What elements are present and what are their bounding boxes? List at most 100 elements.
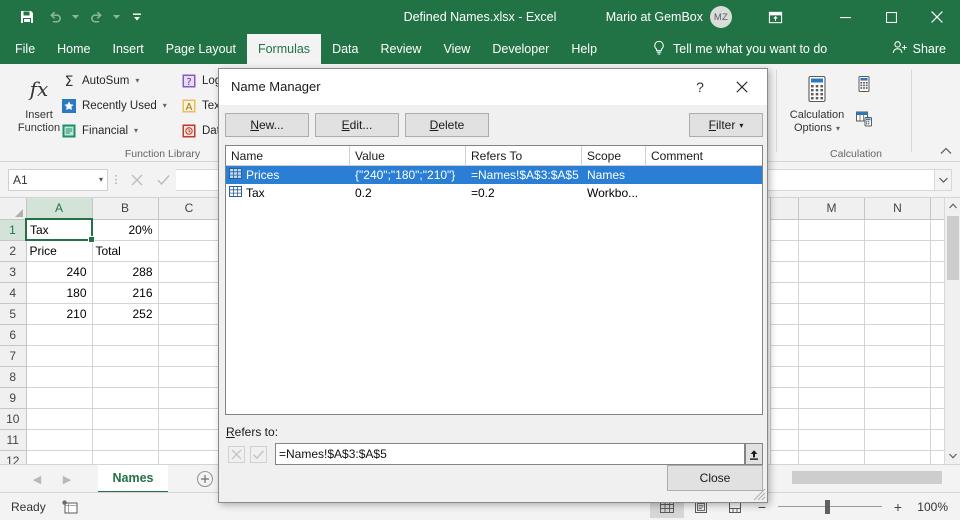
row-header-10[interactable]: 10 — [0, 408, 26, 429]
customize-qat-icon[interactable] — [124, 4, 150, 30]
cell-C12[interactable] — [158, 450, 220, 464]
row-header-9[interactable]: 9 — [0, 387, 26, 408]
chevron-down-icon[interactable]: ▾ — [163, 101, 167, 110]
cell-C3[interactable] — [158, 261, 220, 282]
previous-sheet-icon[interactable]: ◀ — [30, 469, 44, 489]
column-header-name[interactable]: Name — [226, 146, 350, 165]
cell-N3[interactable] — [865, 261, 931, 282]
delete-button[interactable]: Delete — [405, 113, 489, 137]
cell-right[interactable] — [771, 240, 799, 261]
undo-icon[interactable] — [42, 4, 68, 30]
cell-N4[interactable] — [865, 282, 931, 303]
cell-M7[interactable] — [799, 345, 865, 366]
cell-M6[interactable] — [799, 324, 865, 345]
calculation-options-button[interactable]: CalculationOptions ▾ — [786, 70, 848, 135]
tab-data[interactable]: Data — [321, 34, 369, 64]
tab-review[interactable]: Review — [369, 34, 432, 64]
cell-right[interactable] — [771, 450, 799, 464]
cell-A1[interactable]: Tax — [26, 219, 92, 240]
filter-button[interactable]: Filter▾ — [689, 113, 763, 137]
cell-right[interactable] — [931, 261, 945, 282]
cell-M11[interactable] — [799, 429, 865, 450]
edit-button[interactable]: Edit... — [315, 113, 399, 137]
cell-right[interactable] — [771, 261, 799, 282]
redo-icon[interactable] — [83, 4, 109, 30]
column-header-N[interactable]: N — [865, 198, 931, 219]
row-header-4[interactable]: 4 — [0, 282, 26, 303]
column-header-A[interactable]: A — [26, 198, 92, 219]
cell-N5[interactable] — [865, 303, 931, 324]
chevron-down-icon[interactable]: ▾ — [836, 124, 840, 133]
scroll-up-icon[interactable] — [945, 198, 960, 214]
collapse-dialog-icon[interactable] — [745, 443, 763, 465]
cell-right[interactable] — [931, 366, 945, 387]
cell-C9[interactable] — [158, 387, 220, 408]
cell-M9[interactable] — [799, 387, 865, 408]
undo-dropdown-icon[interactable] — [70, 4, 81, 30]
cell-M4[interactable] — [799, 282, 865, 303]
table-row[interactable]: Prices {"240";"180";"210"} =Names!$A$3:$… — [226, 166, 762, 184]
cell-A11[interactable] — [26, 429, 92, 450]
column-header-scope[interactable]: Scope — [582, 146, 646, 165]
add-sheet-icon[interactable] — [196, 470, 214, 488]
column-header-M[interactable]: M — [799, 198, 865, 219]
enter-icon[interactable] — [150, 169, 176, 191]
row-header-3[interactable]: 3 — [0, 261, 26, 282]
cell-N9[interactable] — [865, 387, 931, 408]
collapse-ribbon-icon[interactable] — [938, 143, 954, 159]
cell-A8[interactable] — [26, 366, 92, 387]
row-header-5[interactable]: 5 — [0, 303, 26, 324]
save-icon[interactable] — [14, 4, 40, 30]
cell-C10[interactable] — [158, 408, 220, 429]
next-sheet-icon[interactable]: ▶ — [60, 469, 74, 489]
cell-B9[interactable] — [92, 387, 158, 408]
cell-B6[interactable] — [92, 324, 158, 345]
table-row[interactable]: Tax 0.2 =0.2 Workbo... — [226, 184, 762, 202]
cell-right[interactable] — [771, 345, 799, 366]
cell-B7[interactable] — [92, 345, 158, 366]
ribbon-display-options-icon[interactable] — [762, 5, 788, 29]
cell-M12[interactable] — [799, 450, 865, 464]
cell-right[interactable] — [931, 324, 945, 345]
cell-right[interactable] — [931, 240, 945, 261]
cell-B2[interactable]: Total — [92, 240, 158, 261]
cell-C11[interactable] — [158, 429, 220, 450]
cell-M8[interactable] — [799, 366, 865, 387]
cell-B3[interactable]: 288 — [92, 261, 158, 282]
help-button[interactable]: ? — [685, 75, 715, 99]
autosum-button[interactable]: Σ AutoSum ▾ — [58, 70, 142, 91]
row-header-7[interactable]: 7 — [0, 345, 26, 366]
cell-right[interactable] — [931, 429, 945, 450]
cell-right[interactable] — [771, 219, 799, 240]
tab-page-layout[interactable]: Page Layout — [155, 34, 247, 64]
refers-to-input[interactable]: =Names!$A$3:$A$5 — [275, 443, 745, 465]
column-header-C[interactable]: C — [158, 198, 220, 219]
row-header-8[interactable]: 8 — [0, 366, 26, 387]
row-header-6[interactable]: 6 — [0, 324, 26, 345]
cell-right[interactable] — [771, 387, 799, 408]
zoom-in-button[interactable]: + — [891, 497, 905, 517]
cell-B4[interactable]: 216 — [92, 282, 158, 303]
cell-N12[interactable] — [865, 450, 931, 464]
vertical-scrollbar[interactable] — [944, 198, 960, 464]
cell-C4[interactable] — [158, 282, 220, 303]
tab-file[interactable]: File — [4, 34, 46, 64]
cell-A12[interactable] — [26, 450, 92, 464]
calculate-sheet-button[interactable] — [852, 106, 874, 127]
cell-C1[interactable] — [158, 219, 220, 240]
close-icon[interactable] — [725, 75, 759, 99]
expand-formula-bar-icon[interactable] — [934, 169, 952, 191]
cell-right[interactable] — [931, 387, 945, 408]
cell-right[interactable] — [771, 408, 799, 429]
close-icon[interactable] — [914, 0, 960, 34]
tab-help[interactable]: Help — [560, 34, 608, 64]
cell-C8[interactable] — [158, 366, 220, 387]
cell-C5[interactable] — [158, 303, 220, 324]
column-header-comment[interactable]: Comment — [646, 146, 762, 165]
column-header-partial-right[interactable] — [931, 198, 945, 219]
sheet-tab-names[interactable]: Names — [98, 465, 168, 493]
cell-A3[interactable]: 240 — [26, 261, 92, 282]
cell-B8[interactable] — [92, 366, 158, 387]
cell-C2[interactable] — [158, 240, 220, 261]
chevron-down-icon[interactable]: ▾ — [134, 126, 138, 135]
